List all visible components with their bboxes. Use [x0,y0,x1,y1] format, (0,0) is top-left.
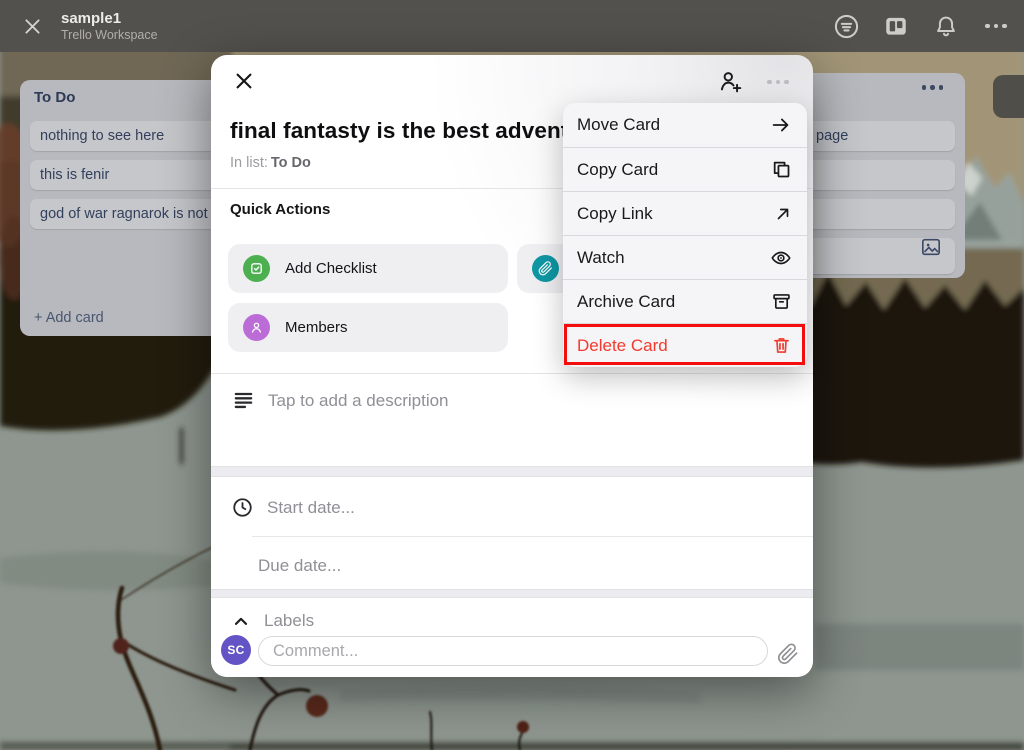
add-list-button[interactable] [993,75,1024,118]
add-checklist-button[interactable]: Add Checklist [228,244,508,293]
image-attachment-icon [921,238,941,267]
board-card[interactable]: this is fenir [30,160,226,190]
member-icon [243,314,270,341]
clock-icon [231,496,254,519]
overflow-menu-icon[interactable] [982,12,1010,40]
list-title: To Do [34,89,75,106]
notifications-bell-icon[interactable] [932,12,960,40]
divider [252,536,813,537]
start-date-placeholder: Start date... [267,498,355,518]
attach-paperclip-icon[interactable] [775,641,801,667]
description-row[interactable]: Tap to add a description [232,389,449,412]
description-icon [232,389,255,412]
quick-action-label: Members [285,319,348,336]
arrow-right-icon [770,114,792,136]
filter-icon[interactable] [832,12,860,40]
close-card-icon[interactable] [231,68,257,94]
menu-item-copy-card[interactable]: Copy Card [563,147,807,191]
checklist-icon [243,255,270,282]
menu-item-archive-card[interactable]: Archive Card [563,279,807,323]
members-button[interactable]: Members [228,303,508,352]
archive-icon [771,291,792,312]
board-card[interactable]: nothing to see here [30,121,226,151]
comment-bar: SC [211,631,813,677]
start-date-row[interactable]: Start date... [231,496,355,519]
section-gap [211,466,813,477]
menu-item-delete-card[interactable]: Delete Card [563,323,807,367]
close-board-icon[interactable] [19,13,45,39]
menu-item-move-card[interactable]: Move Card [563,103,807,147]
workspace-name: Trello Workspace [61,28,158,43]
trash-icon [771,335,792,356]
board-title: sample1 [61,10,158,28]
copy-icon [771,159,792,180]
eye-icon [770,247,792,269]
avatar: SC [221,635,251,665]
menu-item-copy-link[interactable]: Copy Link [563,191,807,235]
comment-input[interactable] [258,636,768,666]
arrow-up-right-icon [774,205,792,223]
labels-row[interactable]: Labels [231,611,314,631]
card-in-list: In list:To Do [230,155,311,171]
divider [211,373,813,374]
add-card-button[interactable]: + Add card [34,310,104,326]
due-date-row[interactable]: Due date... [258,556,341,576]
paperclip-icon [532,255,559,282]
board-card[interactable]: god of war ragnarok is not [30,199,226,229]
list-todo: To Do nothing to see here this is fenir … [20,80,236,336]
menu-item-watch[interactable]: Watch [563,235,807,279]
quick-action-label: Add Checklist [285,260,377,277]
board-switcher-icon[interactable] [882,12,910,40]
labels-label: Labels [264,611,314,631]
trello-card-screen: To Do nothing to see here this is fenir … [0,0,1024,750]
description-placeholder: Tap to add a description [268,391,449,411]
card-overflow-menu-icon[interactable] [763,72,793,92]
topbar: sample1 Trello Workspace [0,0,1024,52]
add-member-icon[interactable] [717,68,745,96]
list-overflow-menu-icon[interactable] [922,85,944,90]
due-date-placeholder: Due date... [258,556,341,576]
card-context-menu: Move Card Copy Card Copy Link Watch Arch… [563,103,807,367]
section-gap [211,589,813,598]
quick-actions-heading: Quick Actions [230,201,330,218]
chevron-up-icon [231,611,251,631]
